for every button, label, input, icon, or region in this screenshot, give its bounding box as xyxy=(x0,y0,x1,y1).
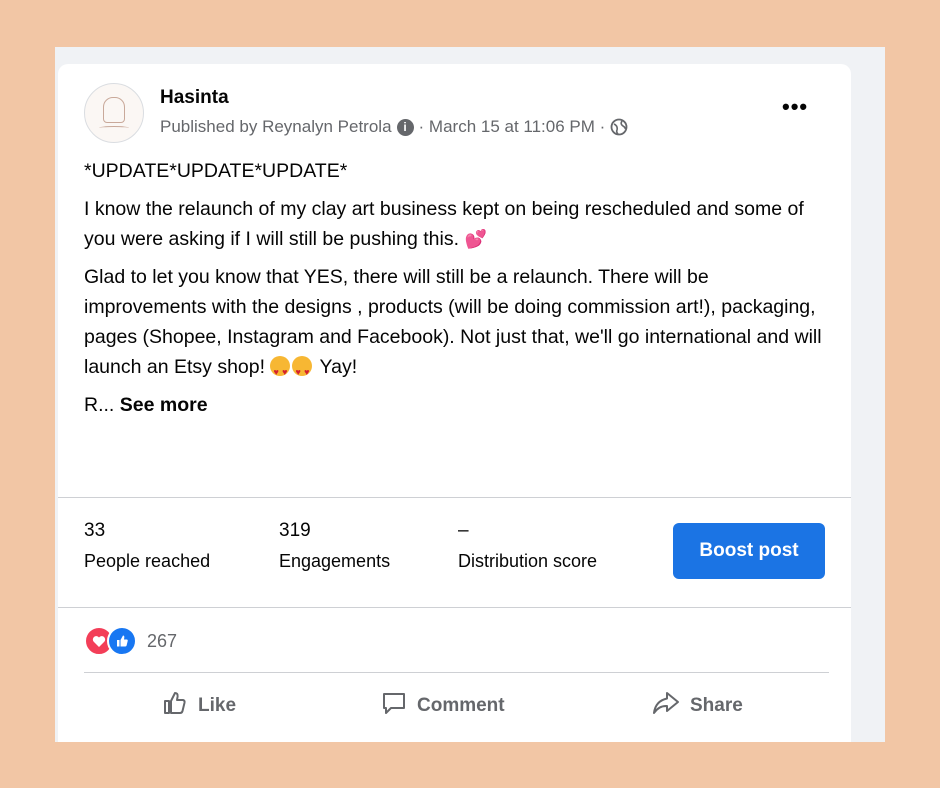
divider xyxy=(58,607,851,608)
reactions-summary[interactable]: 267 xyxy=(84,626,177,656)
post-paragraph: *UPDATE*UPDATE*UPDATE* xyxy=(84,160,348,182)
publisher-text[interactable]: Published by Reynalyn Petrola xyxy=(160,117,392,137)
logo-icon xyxy=(103,96,125,123)
post-body: *UPDATE*UPDATE*UPDATE* I know the relaun… xyxy=(84,156,829,428)
see-more-link[interactable]: See more xyxy=(120,394,208,416)
post-date[interactable]: · March 15 at 11:06 PM · xyxy=(419,117,606,137)
people-reached-value: 33 xyxy=(84,520,106,541)
like-label: Like xyxy=(198,695,237,716)
distribution-score-stat[interactable]: – Distribution score xyxy=(458,520,597,572)
share-arrow-icon xyxy=(652,690,680,722)
share-button[interactable]: Share xyxy=(652,690,743,722)
two-hearts-icon: 💕 xyxy=(464,229,487,249)
heart-eyes-emoji-icon xyxy=(270,356,291,387)
distribution-score-label: Distribution score xyxy=(458,551,598,571)
globe-icon[interactable] xyxy=(610,118,628,136)
like-thumb-icon xyxy=(162,690,188,722)
reaction-count: 267 xyxy=(147,630,178,651)
heart-eyes-emoji-icon xyxy=(292,356,313,387)
page-avatar[interactable] xyxy=(84,83,144,143)
comment-bubble-icon xyxy=(381,690,407,722)
distribution-score-value: – xyxy=(458,520,469,541)
people-reached-label: People reached xyxy=(84,551,211,571)
people-reached-stat[interactable]: 33 People reached xyxy=(84,520,210,572)
info-icon[interactable]: i xyxy=(396,118,414,136)
post-card: Hasinta Published by Reynalyn Petrola i … xyxy=(58,64,851,742)
divider xyxy=(58,497,851,498)
comment-label: Comment xyxy=(417,695,505,716)
like-icon xyxy=(107,626,137,656)
comment-button[interactable]: Comment xyxy=(381,690,505,722)
engagements-stat[interactable]: 319 Engagements xyxy=(279,520,390,572)
boost-post-button[interactable]: Boost post xyxy=(673,523,825,579)
engagements-value: 319 xyxy=(279,520,311,541)
post-paragraph: Glad to let you know that YES, there wil… xyxy=(84,262,829,387)
post-paragraph: I know the relaunch of my clay art busin… xyxy=(84,198,804,250)
like-button[interactable]: Like xyxy=(162,690,236,722)
engagements-label: Engagements xyxy=(279,551,391,571)
share-label: Share xyxy=(690,695,743,716)
post-paragraph: R... See more xyxy=(84,394,208,416)
screenshot-frame: Hasinta Published by Reynalyn Petrola i … xyxy=(55,47,885,742)
page-name[interactable]: Hasinta xyxy=(160,87,229,109)
divider xyxy=(84,672,829,673)
post-meta: Published by Reynalyn Petrola i · March … xyxy=(160,117,628,137)
more-options-icon[interactable]: ••• xyxy=(782,94,808,120)
